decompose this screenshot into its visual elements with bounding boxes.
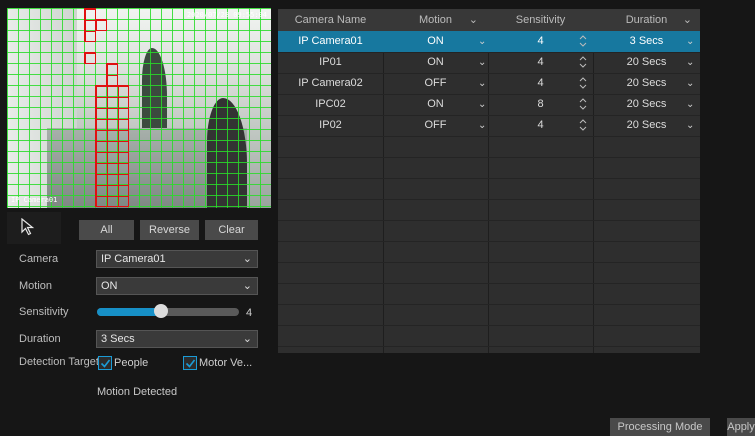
cell-motion[interactable]: OFF — [383, 73, 488, 94]
row-divider — [278, 157, 700, 158]
spin-arrows-icon[interactable] — [578, 75, 588, 91]
cell-duration[interactable]: 20 Secs — [593, 115, 700, 136]
cell-name: IP Camera02 — [298, 77, 363, 89]
motion-status-text: Motion Detected — [97, 386, 178, 398]
motion-detected-region — [95, 19, 107, 31]
column-header-duration-label: Duration — [625, 14, 668, 26]
motor-vehicle-checkbox-label: Motor Ve... — [199, 357, 253, 369]
checkmark-icon — [185, 359, 196, 368]
duration-select[interactable]: 3 Secs ⌄ — [96, 330, 258, 348]
chevron-down-icon[interactable]: ⌄ — [478, 73, 486, 94]
spin-arrows-icon[interactable] — [578, 117, 588, 133]
chevron-down-icon[interactable]: ⌄ — [478, 94, 486, 115]
cell-name: IPC02 — [315, 98, 346, 110]
cell-duration[interactable]: 20 Secs — [593, 94, 700, 115]
people-checkbox-label: People — [114, 357, 149, 369]
camera-select[interactable]: IP Camera01 ⌄ — [96, 250, 258, 268]
chevron-down-icon: ⌄ — [682, 14, 692, 26]
motion-select-value: ON — [101, 280, 118, 292]
column-header-camera-name[interactable]: Camera Name — [278, 9, 383, 31]
row-divider — [278, 178, 700, 179]
table-row[interactable]: IP Camera02 OFF 4 20 Secs ⌄ ⌄ — [278, 73, 700, 94]
cell-name: IP Camera01 — [298, 35, 363, 47]
checkmark-icon — [100, 359, 111, 368]
pointer-icon — [21, 218, 35, 236]
motion-grid-overlay[interactable] — [7, 8, 271, 208]
spin-arrows-icon[interactable] — [578, 96, 588, 112]
chevron-down-icon[interactable]: ⌄ — [686, 94, 694, 115]
spin-arrows-icon[interactable] — [578, 33, 588, 49]
column-header-motion[interactable]: Motion ⌄ — [383, 9, 488, 31]
cell-duration[interactable]: 20 Secs — [593, 73, 700, 94]
cell-name: IP02 — [319, 119, 342, 131]
chevron-down-icon[interactable]: ⌄ — [686, 31, 694, 52]
chevron-down-icon[interactable]: ⌄ — [478, 115, 486, 136]
clear-button[interactable]: Clear — [205, 220, 258, 240]
chevron-down-icon: ⌄ — [242, 280, 252, 292]
motion-label: Motion — [19, 280, 53, 292]
row-divider — [278, 262, 700, 263]
camera-preview[interactable]: 2020/07/28 09:55:04 IP Camera01 — [7, 8, 271, 208]
camera-label: Camera — [19, 253, 59, 265]
processing-mode-button[interactable]: Processing Mode — [610, 418, 710, 436]
sensitivity-slider[interactable] — [97, 308, 239, 316]
table-row[interactable]: IPC02 ON 8 20 Secs ⌄ ⌄ — [278, 94, 700, 115]
cell-motion[interactable]: OFF — [383, 115, 488, 136]
chevron-down-icon[interactable]: ⌄ — [686, 115, 694, 136]
cell-duration[interactable]: 3 Secs — [593, 31, 700, 52]
draw-tool-button[interactable] — [7, 212, 61, 244]
chevron-down-icon[interactable]: ⌄ — [686, 52, 694, 73]
sensitivity-slider-thumb[interactable] — [154, 304, 168, 318]
chevron-down-icon: ⌄ — [242, 253, 252, 265]
duration-select-value: 3 Secs — [101, 333, 135, 345]
row-divider — [278, 346, 700, 347]
cell-motion[interactable]: ON — [383, 52, 488, 73]
row-divider — [278, 283, 700, 284]
reverse-button[interactable]: Reverse — [140, 220, 199, 240]
cell-name: IP01 — [319, 56, 342, 68]
camera-select-value: IP Camera01 — [101, 253, 166, 265]
cell-motion[interactable]: ON — [383, 94, 488, 115]
preview-timestamp: 2020/07/28 09:55:04 — [186, 11, 267, 19]
motion-select[interactable]: ON ⌄ — [96, 277, 258, 295]
cell-duration[interactable]: 20 Secs — [593, 52, 700, 73]
sensitivity-value: 4 — [246, 307, 253, 319]
detection-target-label: Detection Target — [19, 356, 99, 368]
motor-vehicle-checkbox[interactable] — [183, 356, 197, 370]
table-row[interactable]: IP02 OFF 4 20 Secs ⌄ ⌄ — [278, 115, 700, 136]
column-header-sensitivity[interactable]: Sensitivity — [488, 9, 593, 31]
chevron-down-icon[interactable]: ⌄ — [478, 52, 486, 73]
camera-motion-table: Camera Name Motion ⌄ Sensitivity Duratio… — [278, 9, 700, 353]
people-checkbox[interactable] — [98, 356, 112, 370]
chevron-down-icon[interactable]: ⌄ — [686, 73, 694, 94]
row-divider — [278, 199, 700, 200]
motion-detected-region — [95, 85, 129, 207]
row-divider — [278, 136, 700, 137]
row-divider — [278, 220, 700, 221]
sensitivity-slider-fill — [97, 308, 161, 316]
motion-detected-region — [84, 52, 96, 64]
cell-motion[interactable]: ON — [383, 31, 488, 52]
chevron-down-icon: ⌄ — [242, 333, 252, 345]
spin-arrows-icon[interactable] — [578, 54, 588, 70]
motion-detected-region — [106, 63, 118, 86]
column-header-motion-label: Motion — [418, 14, 453, 26]
row-divider — [278, 241, 700, 242]
select-all-button[interactable]: All — [79, 220, 134, 240]
row-divider — [278, 325, 700, 326]
duration-label: Duration — [19, 333, 61, 345]
sensitivity-label: Sensitivity — [19, 306, 69, 318]
chevron-down-icon[interactable]: ⌄ — [478, 31, 486, 52]
preview-camera-name: IP Camera01 — [11, 196, 58, 204]
table-row[interactable]: IP Camera01 ON 4 3 Secs ⌄ ⌄ — [278, 31, 700, 52]
chevron-down-icon: ⌄ — [468, 14, 478, 26]
column-header-duration[interactable]: Duration ⌄ — [593, 9, 700, 31]
table-row[interactable]: IP01 ON 4 20 Secs ⌄ ⌄ — [278, 52, 700, 73]
apply-button[interactable]: Apply — [727, 418, 755, 436]
row-divider — [278, 304, 700, 305]
